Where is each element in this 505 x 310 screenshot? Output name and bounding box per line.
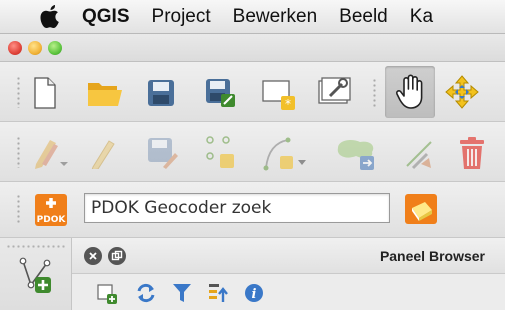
window-titlebar bbox=[0, 34, 505, 62]
pdok-search-input[interactable]: PDOK Geocoder zoek bbox=[84, 193, 390, 223]
minimize-window-button[interactable] bbox=[28, 41, 42, 55]
current-edits-icon[interactable] bbox=[30, 134, 70, 170]
svg-text:*: * bbox=[285, 97, 291, 111]
file-toolbar: * bbox=[0, 62, 505, 122]
menu-kaart[interactable]: Ka bbox=[410, 6, 433, 28]
menu-beeld[interactable]: Beeld bbox=[339, 6, 388, 28]
close-window-button[interactable] bbox=[8, 41, 22, 55]
panel-title: Paneel Browser bbox=[379, 248, 485, 264]
close-panel-button[interactable] bbox=[84, 247, 102, 265]
svg-text:i: i bbox=[252, 287, 257, 302]
browser-panel-header: Paneel Browser bbox=[72, 238, 505, 274]
float-panel-button[interactable] bbox=[108, 247, 126, 265]
toolbar-grip[interactable] bbox=[16, 76, 21, 108]
add-selected-layers-icon[interactable] bbox=[96, 282, 120, 306]
delete-selected-icon[interactable] bbox=[456, 134, 488, 172]
toolbar-grip[interactable] bbox=[16, 194, 21, 224]
new-project-icon[interactable] bbox=[30, 76, 60, 110]
left-dock-strip bbox=[0, 238, 72, 310]
pdok-logo-icon[interactable]: PDOK bbox=[34, 193, 68, 227]
filter-icon[interactable] bbox=[170, 281, 194, 305]
collapse-all-icon[interactable] bbox=[206, 281, 230, 305]
move-feature-icon[interactable] bbox=[334, 136, 378, 172]
save-project-icon[interactable] bbox=[146, 76, 176, 110]
pdok-logo-text: PDOK bbox=[37, 215, 67, 225]
menu-app-name[interactable]: QGIS bbox=[82, 6, 130, 28]
toolbar-grip[interactable] bbox=[372, 78, 377, 108]
browser-panel-toolbar: i bbox=[72, 274, 505, 310]
pan-hand-icon[interactable] bbox=[392, 72, 428, 112]
add-vertex-icon[interactable] bbox=[16, 254, 56, 296]
refresh-icon[interactable] bbox=[134, 281, 158, 305]
menu-project[interactable]: Project bbox=[152, 6, 211, 28]
pdok-clear-icon[interactable] bbox=[404, 193, 438, 225]
menubar: QGIS Project Bewerken Beeld Ka bbox=[0, 0, 505, 34]
apple-menu-icon[interactable] bbox=[38, 4, 62, 30]
save-layer-edits-icon[interactable] bbox=[146, 136, 180, 170]
add-feature-icon[interactable] bbox=[204, 136, 238, 172]
node-tool-icon[interactable] bbox=[262, 136, 308, 172]
zoom-window-button[interactable] bbox=[48, 41, 62, 55]
new-print-composer-icon[interactable]: * bbox=[262, 76, 298, 112]
pan-to-selection-icon[interactable] bbox=[444, 74, 480, 110]
save-as-icon[interactable] bbox=[204, 76, 238, 110]
toolbar-grip[interactable] bbox=[6, 244, 66, 249]
composer-manager-icon[interactable] bbox=[318, 74, 354, 110]
split-features-icon[interactable] bbox=[402, 136, 436, 172]
properties-info-icon[interactable]: i bbox=[242, 281, 266, 305]
toolbar-grip[interactable] bbox=[16, 136, 21, 168]
open-project-icon[interactable] bbox=[86, 76, 124, 110]
menu-bewerken[interactable]: Bewerken bbox=[233, 6, 318, 28]
digitizing-toolbar bbox=[0, 122, 505, 182]
toggle-editing-icon[interactable] bbox=[88, 136, 118, 170]
